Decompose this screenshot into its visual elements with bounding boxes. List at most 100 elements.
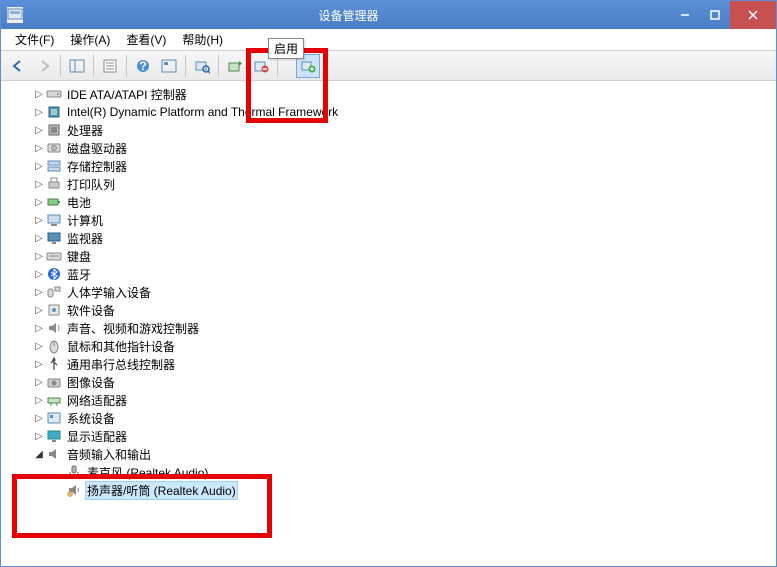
tree-item[interactable]: ▷ 计算机 [1, 211, 776, 229]
tree-item-label: 系统设备 [65, 410, 117, 427]
tree-view[interactable]: ▷ IDE ATA/ATAPI 控制器▷Intel(R) Dynamic Plat… [1, 81, 776, 566]
tree-item-label: 音频输入和输出 [65, 446, 153, 463]
scan-hardware-button[interactable] [190, 54, 214, 78]
expand-icon[interactable]: ▷ [33, 197, 45, 208]
tree-item[interactable]: ▷ 存储控制器 [1, 157, 776, 175]
tree-item-label: 图像设备 [65, 374, 117, 391]
tree-item-label: 人体学输入设备 [65, 284, 153, 301]
expand-icon[interactable]: ▷ [33, 287, 45, 298]
bluetooth-icon [46, 266, 62, 282]
app-icon [7, 7, 23, 23]
tree-item-label: 扬声器/听筒 (Realtek Audio) [85, 481, 238, 500]
tree-item[interactable]: ◢ 音频输入和输出 [1, 445, 776, 463]
tree-item[interactable]: ▷ 图像设备 [1, 373, 776, 391]
disk-icon [46, 140, 62, 156]
tooltip: 启用 [268, 38, 304, 59]
expand-icon[interactable]: ▷ [33, 305, 45, 316]
expand-icon[interactable]: ▷ [33, 179, 45, 190]
expand-icon[interactable]: ▷ [33, 323, 45, 334]
tree-item[interactable]: ▷监视器 [1, 229, 776, 247]
expand-icon[interactable]: ▷ [33, 341, 45, 352]
window-title: 设备管理器 [27, 7, 670, 24]
tree-item-label: 鼠标和其他指针设备 [65, 338, 177, 355]
expand-icon[interactable]: ▷ [33, 215, 45, 226]
tree-item-label: 处理器 [65, 122, 105, 139]
tree-item-label: 通用串行总线控制器 [65, 356, 177, 373]
expand-icon[interactable]: ▷ [33, 143, 45, 154]
expand-icon[interactable]: ▷ [33, 395, 45, 406]
separator [126, 55, 127, 77]
expand-icon[interactable]: ▷ [33, 251, 45, 262]
tree-item[interactable]: ▷蓝牙 [1, 265, 776, 283]
forward-button[interactable] [32, 54, 56, 78]
expand-icon[interactable]: ▷ [33, 359, 45, 370]
expand-icon[interactable]: ▷ [33, 377, 45, 388]
tree-item-label: 麦克风 (Realtek Audio) [85, 464, 210, 481]
menu-view[interactable]: 查看(V) [118, 29, 174, 50]
tree-item[interactable]: ▷软件设备 [1, 301, 776, 319]
display-icon [46, 428, 62, 444]
tree-item[interactable]: ▷声音、视频和游戏控制器 [1, 319, 776, 337]
tree-item[interactable]: ▷ 通用串行总线控制器 [1, 355, 776, 373]
tree-item[interactable]: ▷ 处理器 [1, 121, 776, 139]
tree-item[interactable]: ▷ 显示适配器 [1, 427, 776, 445]
expand-icon[interactable]: ▷ [33, 125, 45, 136]
cpu-icon [46, 122, 62, 138]
maximize-button[interactable] [700, 1, 730, 29]
tree-item[interactable]: ▷ 系统设备 [1, 409, 776, 427]
tree-item[interactable]: ▷ IDE ATA/ATAPI 控制器 [1, 85, 776, 103]
properties-button[interactable] [98, 54, 122, 78]
update-driver-button[interactable] [223, 54, 247, 78]
tree-item[interactable]: ▷磁盘驱动器 [1, 139, 776, 157]
title-bar: 设备管理器 [1, 1, 776, 29]
tree-item-label: 网络适配器 [65, 392, 129, 409]
tree-item[interactable]: ▷键盘 [1, 247, 776, 265]
expand-icon[interactable]: ▷ [33, 269, 45, 280]
expand-icon[interactable]: ▷ [33, 161, 45, 172]
computer-icon [46, 212, 62, 228]
tree-item[interactable]: ▷ 网络适配器 [1, 391, 776, 409]
sound-icon [46, 320, 62, 336]
keyboard-icon [46, 248, 62, 264]
system-icon [46, 410, 62, 426]
menu-action[interactable]: 操作(A) [62, 29, 118, 50]
tree-item[interactable]: ▷打印队列 [1, 175, 776, 193]
tree-item[interactable]: ▷ 鼠标和其他指针设备 [1, 337, 776, 355]
back-button[interactable] [6, 54, 30, 78]
tree-item-label: 显示适配器 [65, 428, 129, 445]
action-button[interactable] [157, 54, 181, 78]
close-button[interactable] [730, 1, 776, 29]
show-hide-tree-button[interactable] [65, 54, 89, 78]
tree-item-label: 存储控制器 [65, 158, 129, 175]
window-controls [670, 1, 776, 29]
speaker-icon [66, 482, 82, 498]
tree-item-label: 计算机 [65, 212, 105, 229]
tree-item-label: IDE ATA/ATAPI 控制器 [65, 86, 189, 103]
tree-item[interactable]: ▷Intel(R) Dynamic Platform and Thermal F… [1, 103, 776, 121]
tree-item[interactable]: ▷ 人体学输入设备 [1, 283, 776, 301]
expand-icon[interactable]: ▷ [33, 431, 45, 442]
expand-icon[interactable]: ▷ [33, 233, 45, 244]
expand-icon[interactable]: ▷ [33, 107, 45, 118]
tree-item[interactable]: ▷ 电池 [1, 193, 776, 211]
storage-icon [46, 158, 62, 174]
mic-icon [66, 464, 82, 480]
collapse-icon[interactable]: ◢ [33, 449, 45, 460]
audio-icon [46, 446, 62, 462]
network-icon [46, 392, 62, 408]
monitor-icon [46, 230, 62, 246]
separator [218, 55, 219, 77]
separator [185, 55, 186, 77]
battery-icon [46, 194, 62, 210]
expand-icon[interactable]: ▷ [33, 413, 45, 424]
help-button[interactable]: ? [131, 54, 155, 78]
menu-bar: 文件(F) 操作(A) 查看(V) 帮助(H) [1, 29, 776, 51]
toolbar: ? [1, 51, 776, 81]
expand-icon[interactable]: ▷ [33, 89, 45, 100]
menu-help[interactable]: 帮助(H) [174, 29, 231, 50]
tree-item-label: 电池 [65, 194, 93, 211]
tree-item[interactable]: ▷扬声器/听筒 (Realtek Audio) [1, 481, 776, 499]
minimize-button[interactable] [670, 1, 700, 29]
tree-item[interactable]: ▷麦克风 (Realtek Audio) [1, 463, 776, 481]
menu-file[interactable]: 文件(F) [7, 29, 62, 50]
